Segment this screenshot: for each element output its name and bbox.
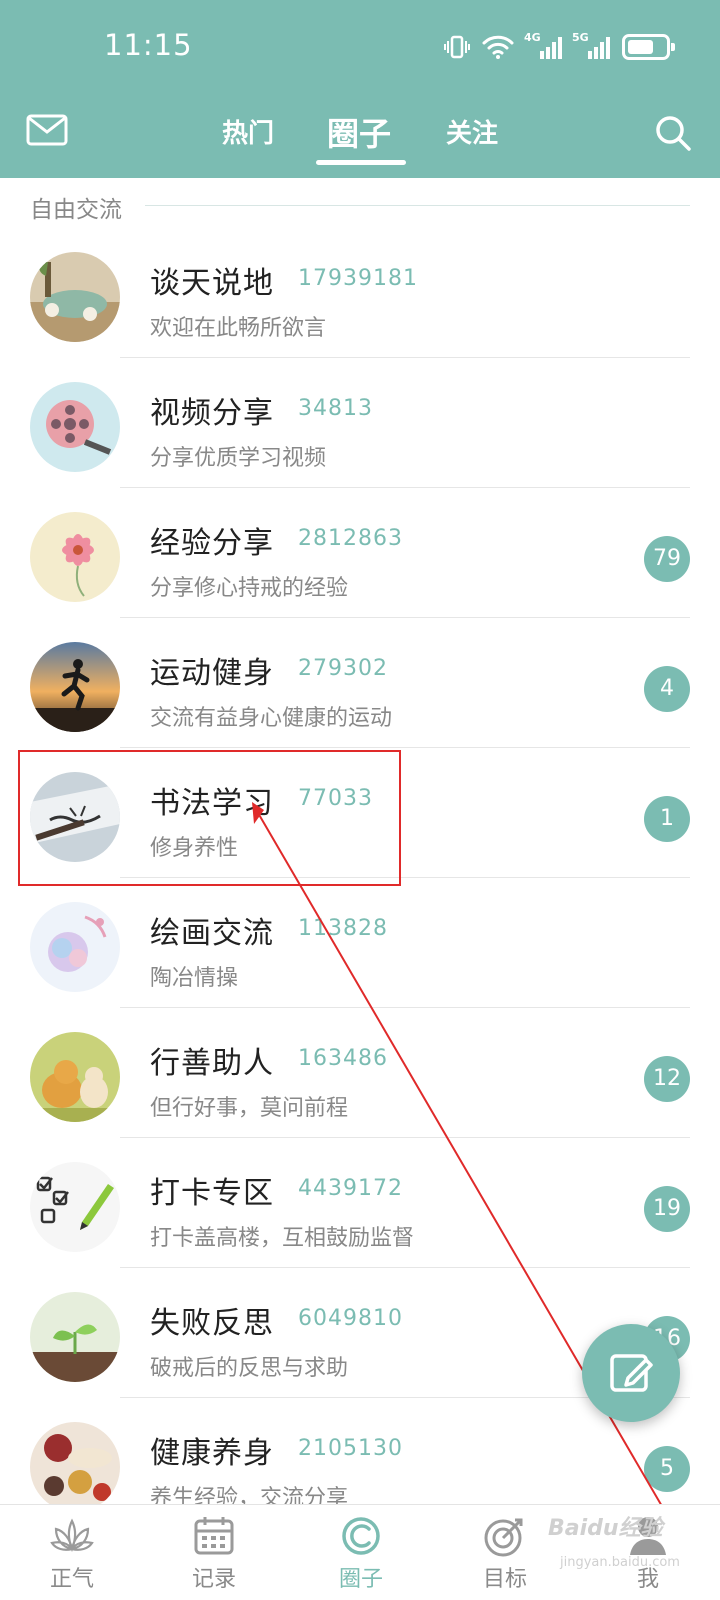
highlight-annotation [18, 750, 401, 886]
avatar [30, 902, 120, 992]
member-count: 279302 [298, 656, 388, 681]
signal-5g-icon: 5G [572, 31, 610, 59]
tab-circle[interactable]: 圈子 [327, 109, 391, 155]
circle-item-video[interactable]: 视频分享 34813 分享优质学习视频 [0, 358, 720, 488]
avatar [30, 252, 120, 342]
search-icon[interactable] [654, 114, 692, 152]
tab-hot[interactable]: 热门 [222, 113, 274, 150]
circle-desc: 破戒后的反思与求助 [150, 1356, 349, 1381]
top-header: 11:15 4G 5G 热门 圈子 关注 [0, 0, 720, 178]
circle-name: 经验分享 [150, 526, 274, 561]
circle-desc: 交流有益身心健康的运动 [150, 706, 393, 731]
avatar [30, 512, 120, 602]
compose-button[interactable] [582, 1324, 680, 1422]
circle-name: 视频分享 [150, 396, 274, 431]
unread-badge: 5 [644, 1446, 690, 1492]
avatar [30, 1292, 120, 1382]
circle-item-sports[interactable]: 运动健身 279302 交流有益身心健康的运动 4 [0, 618, 720, 748]
circle-desc: 但行好事，莫问前程 [150, 1096, 349, 1121]
circle-desc: 分享修心持戒的经验 [150, 576, 349, 601]
circle-item-tantian[interactable]: 谈天说地 17939181 欢迎在此畅所欲言 [0, 228, 720, 358]
nav-circle[interactable]: 圈子 [306, 1513, 416, 1593]
member-count: 34813 [298, 396, 373, 421]
status-time: 11:15 [104, 28, 193, 62]
nav-label: 正气 [49, 1567, 94, 1592]
circle-item-experience[interactable]: 经验分享 2812863 分享修心持戒的经验 79 [0, 488, 720, 618]
circle-icon [342, 1517, 380, 1555]
unread-badge: 79 [644, 536, 690, 582]
member-count: 6049810 [298, 1306, 403, 1331]
avatar [30, 1422, 120, 1512]
avatar [30, 382, 120, 472]
circle-item-painting[interactable]: 绘画交流 113828 陶冶情操 [0, 878, 720, 1008]
calendar-icon [194, 1517, 234, 1555]
tab-follow[interactable]: 关注 [446, 113, 498, 150]
member-count: 113828 [298, 916, 388, 941]
circle-item-checkin[interactable]: 打卡专区 4439172 打卡盖高楼，互相鼓励监督 19 [0, 1138, 720, 1268]
member-count: 17939181 [298, 266, 418, 291]
unread-badge: 1 [644, 796, 690, 842]
section-label: 自由交流 [30, 197, 122, 223]
circle-name: 谈天说地 [150, 266, 274, 301]
active-tab-indicator [316, 160, 406, 165]
member-count: 2812863 [298, 526, 403, 551]
circle-name: 绘画交流 [150, 916, 274, 951]
unread-badge: 4 [644, 666, 690, 712]
nav-zhengqi[interactable]: 正气 [17, 1513, 127, 1593]
watermark-url: jingyan.baidu.com [560, 1555, 680, 1570]
nav-record[interactable]: 记录 [159, 1513, 269, 1593]
battery-icon [622, 34, 675, 60]
nav-label: 目标 [482, 1567, 527, 1592]
unread-badge: 12 [644, 1056, 690, 1102]
section-divider [145, 205, 690, 206]
circle-name: 运动健身 [150, 656, 274, 691]
circle-name: 失败反思 [150, 1306, 274, 1341]
vibrate-icon [444, 35, 470, 59]
circle-name: 行善助人 [150, 1046, 274, 1081]
avatar [30, 1032, 120, 1122]
circle-name: 打卡专区 [150, 1176, 274, 1211]
nav-label: 记录 [191, 1567, 236, 1592]
signal-4g-icon: 4G [524, 31, 562, 59]
status-icons: 4G 5G [444, 31, 675, 60]
member-count: 2105130 [298, 1436, 403, 1461]
edit-icon [610, 1354, 653, 1392]
avatar [30, 642, 120, 732]
watermark-brand: Baidu经验 [548, 1516, 663, 1541]
mail-icon[interactable] [26, 114, 68, 146]
circle-name: 健康养身 [150, 1436, 274, 1471]
avatar [30, 1162, 120, 1252]
circle-desc: 陶冶情操 [150, 966, 239, 991]
lotus-icon [50, 1518, 94, 1552]
circle-desc: 欢迎在此畅所欲言 [150, 316, 327, 341]
nav-goal[interactable]: 目标 [450, 1513, 560, 1593]
circle-item-charity[interactable]: 行善助人 163486 但行好事，莫问前程 12 [0, 1008, 720, 1138]
unread-badge: 19 [644, 1186, 690, 1232]
circle-desc: 分享优质学习视频 [150, 446, 327, 471]
member-count: 163486 [298, 1046, 388, 1071]
wifi-icon [482, 35, 514, 59]
member-count: 4439172 [298, 1176, 403, 1201]
circle-desc: 打卡盖高楼，互相鼓励监督 [150, 1226, 415, 1251]
nav-label: 圈子 [338, 1567, 383, 1592]
target-icon [484, 1518, 523, 1557]
